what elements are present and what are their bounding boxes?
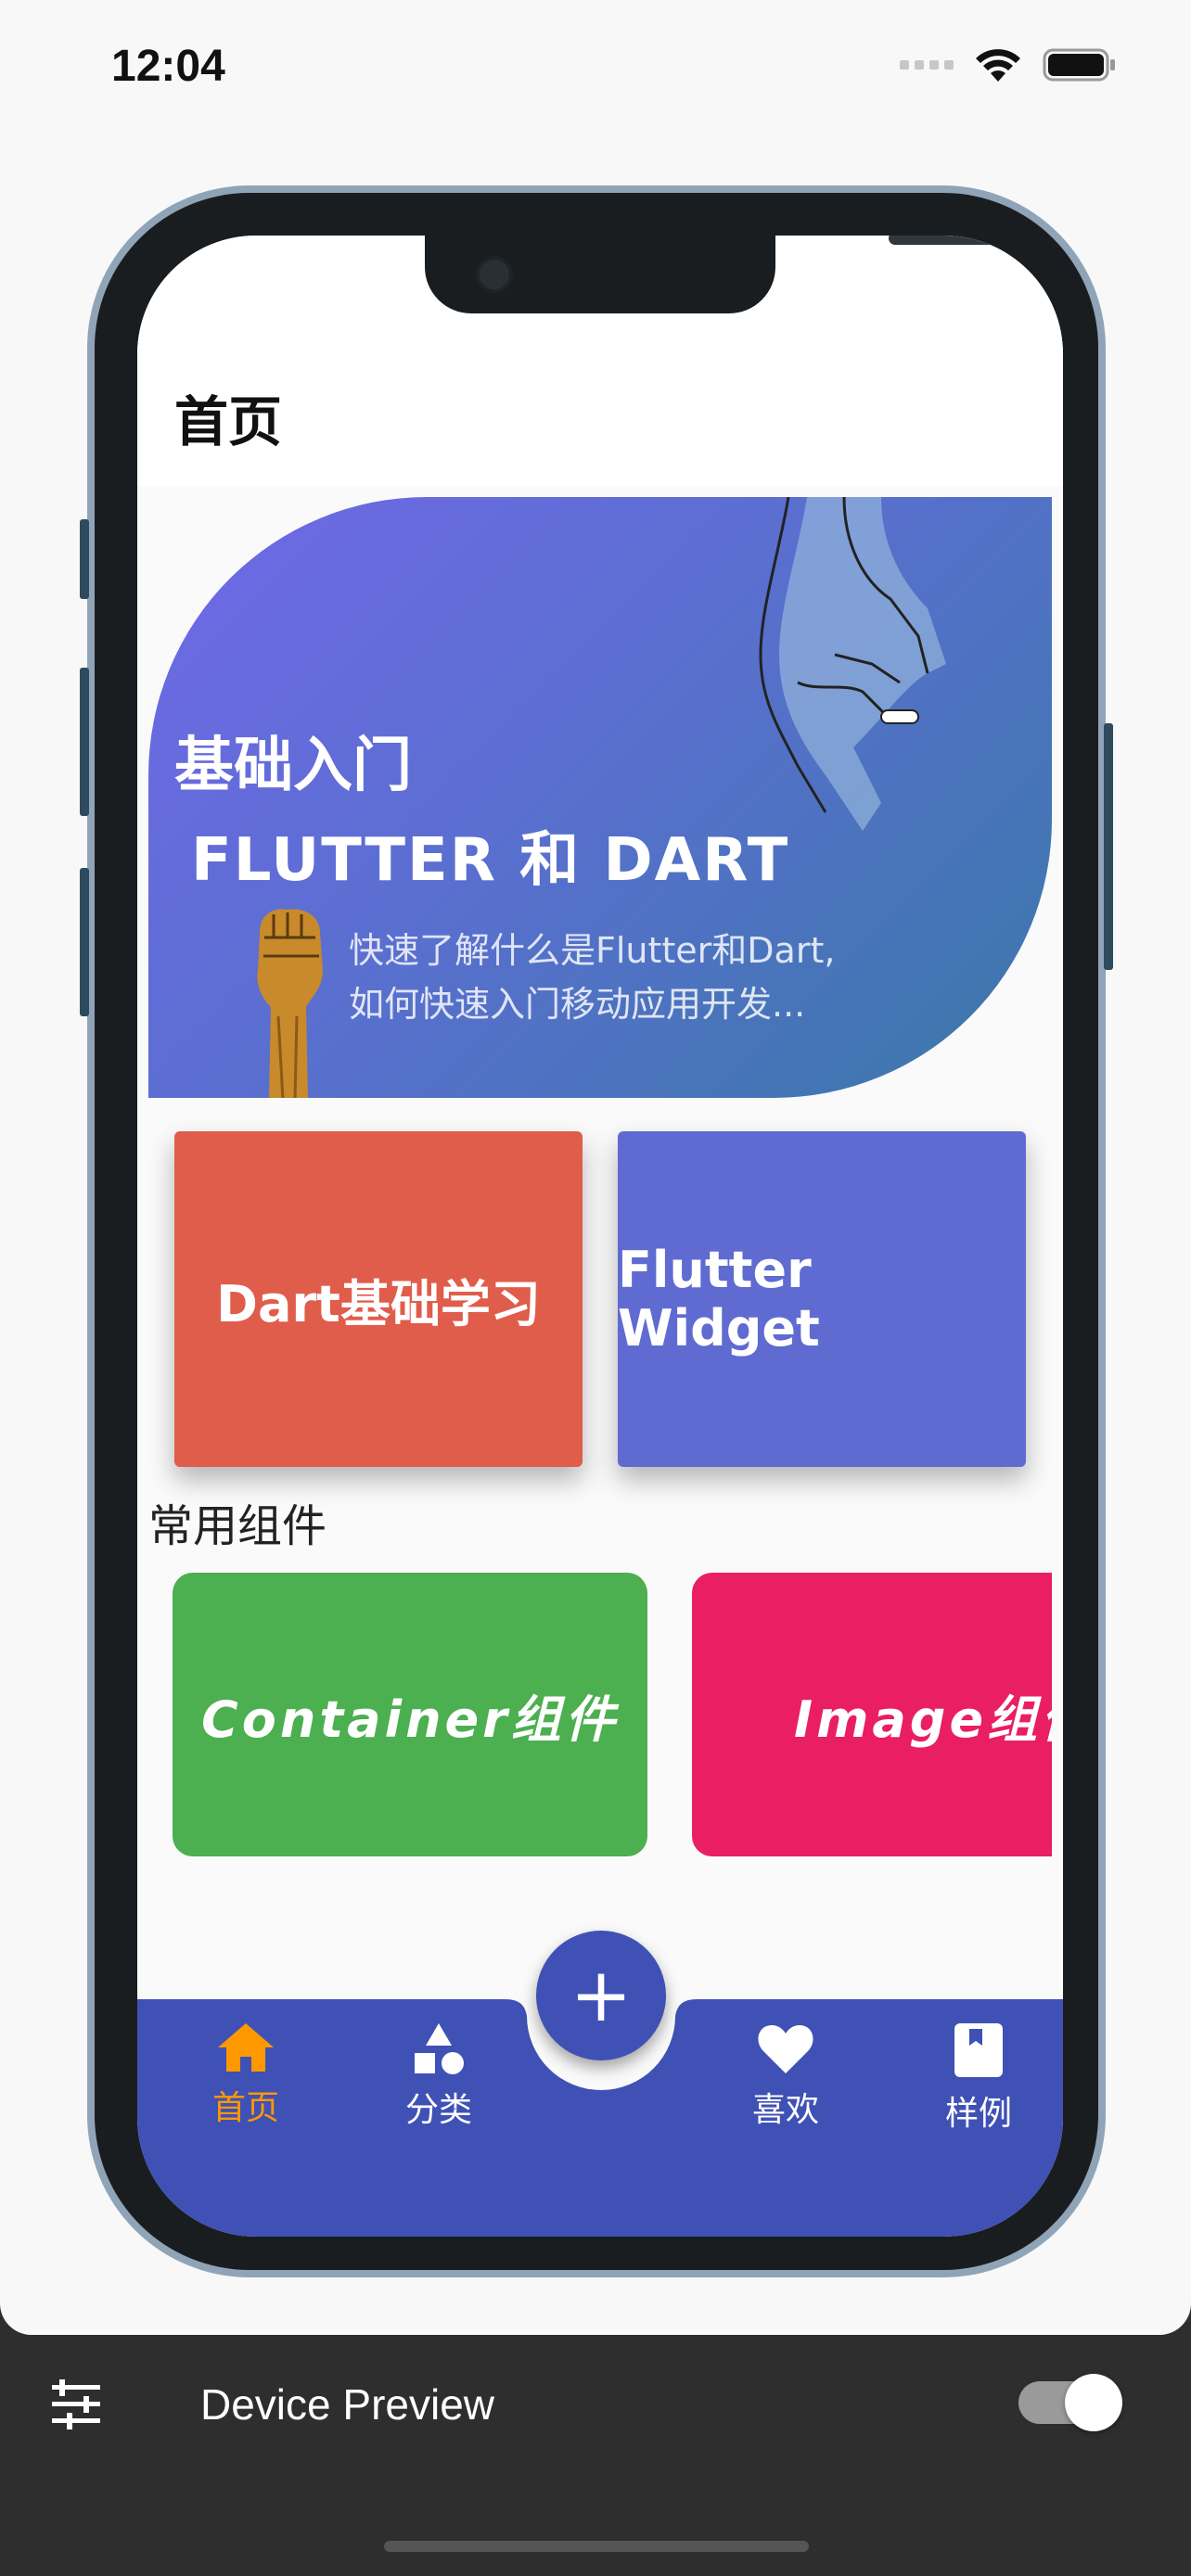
bottom-navigation: + 首页 分类 喜欢 样例 — [137, 1931, 1063, 2237]
status-icons — [900, 46, 1117, 83]
add-fab-button[interactable]: + — [536, 1931, 666, 2060]
flutter-widget-card[interactable]: Flutter Widget — [618, 1131, 1026, 1467]
mute-switch — [80, 519, 89, 599]
banner-description-2: 如何快速入门移动应用开发... — [349, 984, 806, 1025]
device-notch — [425, 236, 1059, 313]
device-preview-toggle[interactable] — [1018, 2374, 1122, 2431]
nav-label-home: 首页 — [211, 2089, 279, 2127]
speaker-grille — [889, 236, 1059, 245]
host-window: 12:04 首页 基础入门 FLUTTER 和 DART 快速了解什么是Flut… — [0, 0, 1191, 2335]
nav-label-samples: 样例 — [944, 2095, 1012, 2133]
device-frame: 首页 基础入门 FLUTTER 和 DART 快速了解什么是Flutter和Da… — [80, 185, 1113, 2277]
banner-subtitle: FLUTTER 和 DART — [191, 826, 790, 895]
components-scroll[interactable]: Container组件 Image组件 — [137, 1563, 1052, 1860]
signal-icon — [900, 60, 954, 70]
home-icon — [218, 2023, 274, 2072]
camera-icon — [476, 256, 513, 293]
battery-icon — [1043, 46, 1117, 83]
section-title: 常用组件 — [148, 1500, 327, 1552]
intro-banner[interactable]: 基础入门 FLUTTER 和 DART 快速了解什么是Flutter和Dart,… — [148, 497, 1052, 1098]
power-button — [1104, 723, 1113, 970]
container-component-card[interactable]: Container组件 — [173, 1573, 647, 1856]
page-title: 首页 — [174, 390, 283, 453]
home-indicator — [384, 2541, 809, 2552]
dart-basics-card[interactable]: Dart基础学习 — [174, 1131, 583, 1467]
device-preview-label: Device Preview — [200, 2380, 494, 2429]
status-time: 12:04 — [111, 42, 225, 91]
nav-item-samples[interactable]: 样例 — [909, 2021, 1048, 2135]
fist-illustration — [257, 909, 323, 1098]
volume-up-button — [80, 668, 89, 816]
nav-item-home[interactable]: 首页 — [176, 2021, 315, 2129]
volume-down-button — [80, 868, 89, 1016]
banner-title: 基础入门 — [174, 732, 412, 800]
toggle-knob — [1065, 2374, 1122, 2431]
nav-label-category: 分类 — [404, 2091, 472, 2129]
nav-item-category[interactable]: 分类 — [369, 2021, 508, 2131]
banner-description: 快速了解什么是Flutter和Dart, — [349, 930, 836, 971]
wifi-icon — [974, 46, 1022, 83]
shapes-icon — [415, 2023, 464, 2074]
image-component-card[interactable]: Image组件 — [692, 1573, 1052, 1856]
app-screen: 首页 基础入门 FLUTTER 和 DART 快速了解什么是Flutter和Da… — [137, 236, 1063, 2237]
nav-item-favorites[interactable]: 喜欢 — [716, 2021, 855, 2131]
heart-icon — [758, 2025, 813, 2073]
sliders-icon[interactable] — [48, 2376, 104, 2431]
book-icon — [954, 2023, 1003, 2077]
device-bezel: 首页 基础入门 FLUTTER 和 DART 快速了解什么是Flutter和Da… — [95, 193, 1098, 2270]
plus-icon: + — [570, 1952, 633, 2038]
nav-label-favorites: 喜欢 — [751, 2091, 819, 2129]
